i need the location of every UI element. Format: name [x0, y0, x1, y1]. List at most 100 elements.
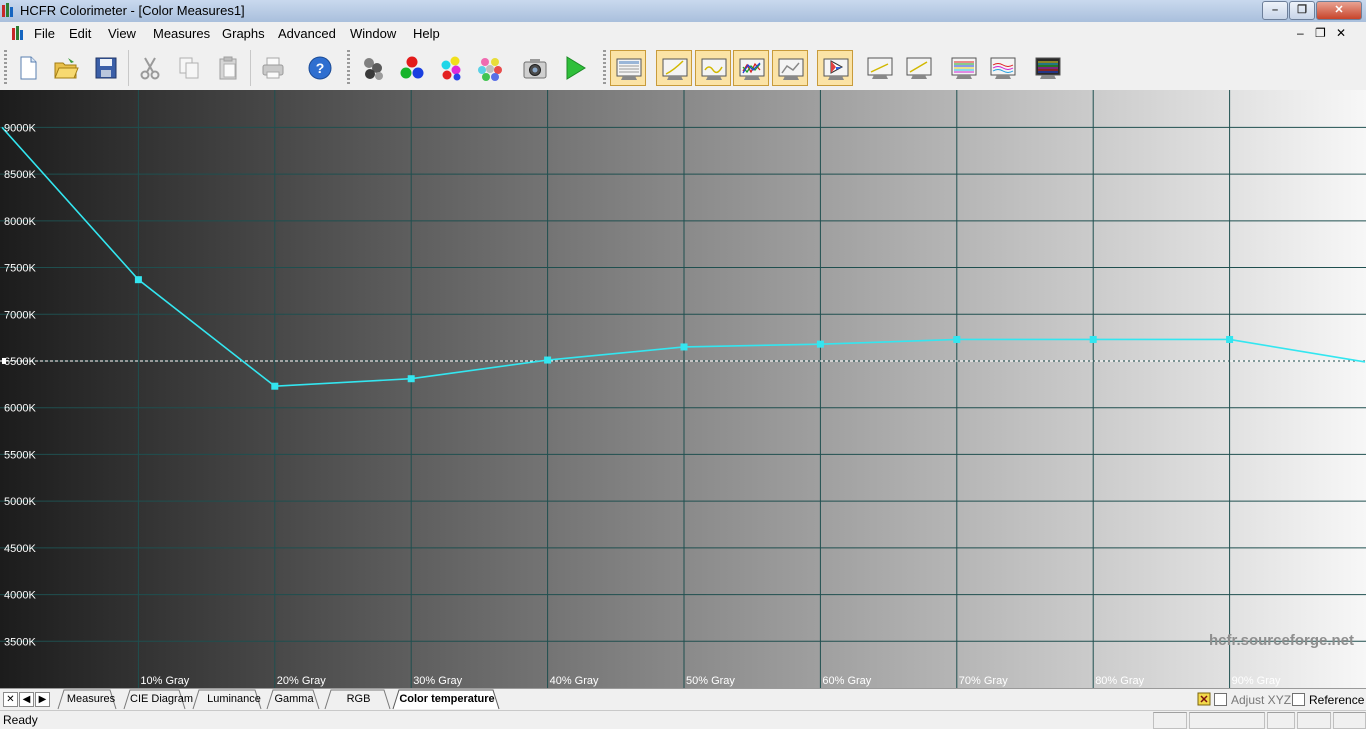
y-tick-label: 4000K [4, 590, 36, 602]
mdi-minimize-button[interactable]: – [1297, 26, 1304, 40]
view-saturation-shift-icon[interactable] [946, 50, 982, 86]
camera-icon[interactable] [517, 50, 553, 86]
view-color-comparator-icon[interactable] [1030, 50, 1066, 86]
x-tick-label: 20% Gray [277, 675, 326, 687]
view-near-white-icon[interactable] [901, 50, 937, 86]
new-icon[interactable] [10, 50, 46, 86]
status-pane [1267, 712, 1295, 729]
y-tick-label: 8500K [4, 169, 36, 181]
x-tick-label: 50% Gray [686, 675, 735, 687]
menu-edit[interactable]: Edit [69, 26, 91, 41]
status-pane [1189, 712, 1265, 729]
tab-color-temperature[interactable]: Color temperature [399, 690, 495, 709]
data-point [407, 375, 415, 383]
adjust-xyz-checkbox[interactable]: Adjust XYZ [1214, 693, 1291, 707]
view-cie-icon[interactable] [656, 50, 692, 86]
print-icon[interactable] [255, 50, 291, 86]
adjust-xyz-box[interactable] [1214, 693, 1227, 706]
cut-icon[interactable] [132, 50, 168, 86]
tab-luminance[interactable]: Luminance [199, 690, 269, 709]
y-tick-label: 9000K [4, 122, 36, 134]
toolbar-grip [603, 50, 606, 86]
tab-scroll-right-button[interactable]: ▶ [35, 692, 50, 707]
view-saturation-luminance-icon[interactable] [985, 50, 1021, 86]
paste-icon[interactable] [210, 50, 246, 86]
y-tick-label: 4500K [4, 543, 36, 555]
window-title: HCFR Colorimeter - [Color Measures1] [20, 3, 245, 18]
x-tick-label: 30% Gray [413, 675, 462, 687]
view-rgb-levels-icon[interactable] [772, 50, 808, 86]
adjust-xyz-label: Adjust XYZ [1231, 693, 1292, 707]
y-tick-label: 7500K [4, 263, 36, 275]
x-tick-label: 80% Gray [1095, 675, 1144, 687]
menu-view[interactable]: View [108, 26, 136, 41]
data-point [1089, 335, 1097, 343]
y-tick-label: 7000K [4, 309, 36, 321]
reference-label: Reference [1309, 693, 1365, 707]
restore-button[interactable]: ❐ [1289, 1, 1315, 20]
y-tick-label: 8000K [4, 216, 36, 228]
open-icon[interactable] [48, 50, 84, 86]
reference-checkbox[interactable]: Reference [1292, 693, 1364, 707]
menu-file[interactable]: File [34, 26, 55, 41]
menu-help[interactable]: Help [413, 26, 440, 41]
play-icon[interactable] [557, 50, 593, 86]
primaries-icon[interactable] [394, 50, 430, 86]
chart-background [0, 90, 1366, 688]
view-gamma-icon[interactable] [733, 50, 769, 86]
probes-icon[interactable] [355, 50, 391, 86]
tab-gamma[interactable]: Gamma [273, 690, 315, 709]
status-pane [1333, 712, 1366, 729]
x-tick-label: 40% Gray [550, 675, 599, 687]
menu-advanced[interactable]: Advanced [278, 26, 336, 41]
reference-box[interactable] [1292, 693, 1305, 706]
help-icon[interactable]: ? [302, 50, 338, 86]
data-point [134, 276, 142, 284]
view-measures-icon[interactable] [610, 50, 646, 86]
y-tick-label: 5500K [4, 449, 36, 461]
view-luminance-icon[interactable] [695, 50, 731, 86]
status-bar: Ready [0, 710, 1366, 729]
minimize-button[interactable]: – [1262, 1, 1288, 20]
copy-icon[interactable] [171, 50, 207, 86]
status-pane [1153, 712, 1187, 729]
data-point [953, 335, 961, 343]
close-button[interactable]: ✕ [1316, 1, 1362, 20]
watermark: hcfr.sourceforge.net [1209, 632, 1354, 649]
data-point [271, 382, 279, 390]
y-tick-label: 5000K [4, 496, 36, 508]
toolbar-separator [250, 50, 251, 86]
tab-rgb-levels[interactable]: RGB Levels [331, 690, 386, 724]
menu-graphs[interactable]: Graphs [222, 26, 265, 41]
title-bar: HCFR Colorimeter - [Color Measures1] – ❐… [0, 0, 1366, 23]
tab-cie-diagram[interactable]: CIE Diagram [130, 690, 193, 709]
tab-close-button[interactable]: ✕ [3, 692, 18, 707]
data-point [680, 343, 688, 351]
y-tick-label: 6500K [4, 356, 36, 368]
view-near-black-icon[interactable] [862, 50, 898, 86]
status-pane [1297, 712, 1331, 729]
menu-window[interactable]: Window [350, 26, 396, 41]
data-point [1226, 335, 1234, 343]
adjust-xyz-icon[interactable] [1197, 692, 1211, 706]
secondaries-icon[interactable] [433, 50, 469, 86]
app-icon [2, 3, 13, 17]
tab-scroll-left-button[interactable]: ◀ [19, 692, 34, 707]
view-color-temperature-icon[interactable] [817, 50, 853, 86]
svg-text:?: ? [316, 60, 325, 76]
menu-measures[interactable]: Measures [153, 26, 210, 41]
view-tab-bar: ✕ ◀ ▶ Measures CIE Diagram Luminance Gam… [0, 688, 1366, 724]
x-tick-label: 10% Gray [140, 675, 189, 687]
tab-measures[interactable]: Measures [64, 690, 118, 709]
status-text: Ready [3, 713, 38, 727]
save-icon[interactable] [88, 50, 124, 86]
mdi-close-button[interactable]: ✕ [1336, 26, 1346, 40]
color-temperature-chart: 3500K 4000K 4500K 5000K 5500K 6000K 6500K 7000K… [0, 90, 1366, 688]
menu-bar: File Edit View Measures Graphs Advanced … [0, 22, 1366, 47]
saturation-icon[interactable] [472, 50, 508, 86]
y-tick-label: 6000K [4, 403, 36, 415]
toolbar-grip [4, 50, 7, 86]
mdi-restore-button[interactable]: ❐ [1315, 26, 1326, 40]
y-tick-label: 3500K [4, 636, 36, 648]
toolbar-grip [347, 50, 350, 86]
